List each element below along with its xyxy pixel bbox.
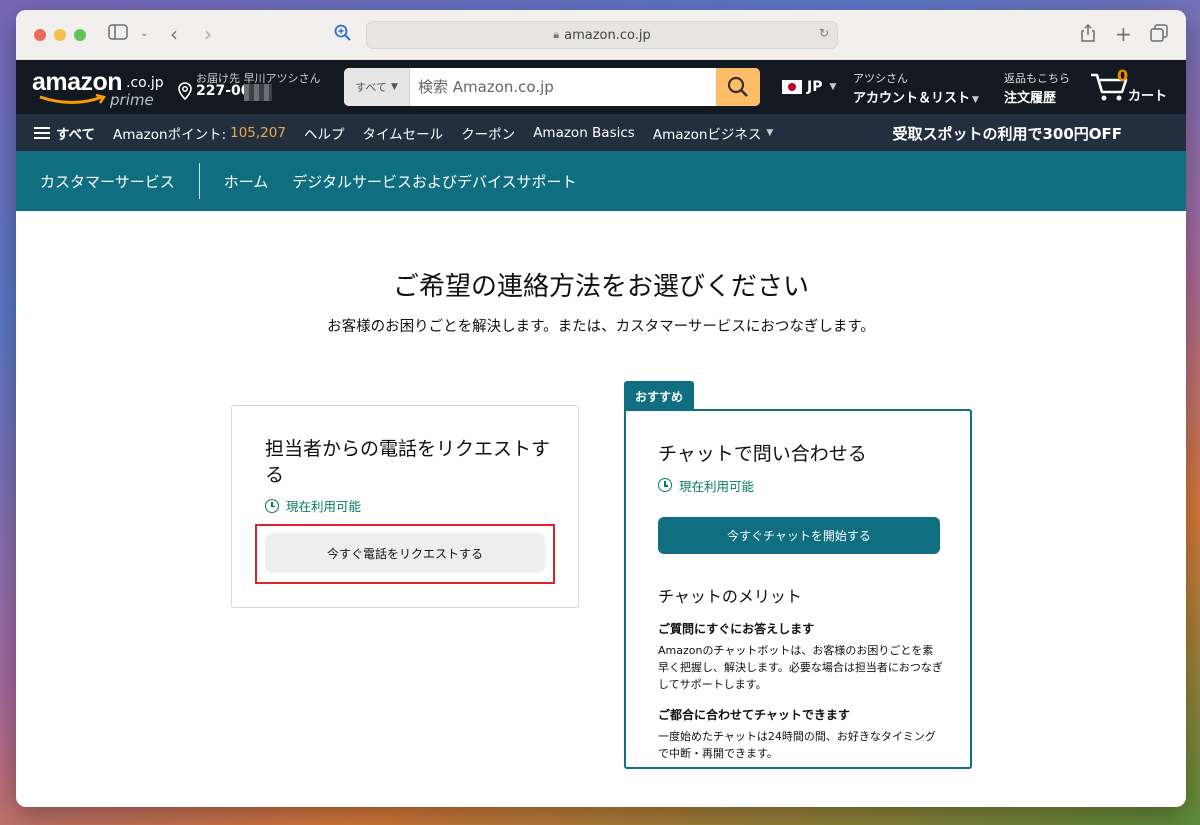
tabs-overview-icon[interactable] — [1150, 24, 1168, 47]
cart-link[interactable]: 0 カート — [1090, 66, 1174, 108]
close-window-button[interactable] — [34, 29, 46, 41]
benefit-2-title: ご都合に合わせてチャットできます — [658, 707, 850, 722]
subnav-home[interactable]: ホーム — [224, 171, 269, 192]
orders-label: 注文履歴 — [1004, 91, 1057, 106]
request-call-button[interactable]: 今すぐ電話をリクエストする — [265, 533, 545, 573]
chat-benefits-title: チャットのメリット — [658, 586, 802, 606]
all-menu-button[interactable]: すべて — [34, 123, 95, 143]
japan-flag-icon — [782, 80, 802, 94]
forward-icon[interactable]: › — [204, 24, 212, 44]
main-content: ご希望の連絡方法をお選びください お客様のお困りごとを解決します。または、カスタ… — [16, 211, 1186, 807]
location-pin-icon — [178, 82, 192, 104]
postal-code: 227-00 — [196, 83, 251, 99]
share-icon[interactable] — [1080, 23, 1096, 47]
account-greeting: アツシさん — [853, 72, 908, 85]
redacted-postal-code — [244, 84, 272, 101]
reload-icon[interactable]: ↻ — [819, 26, 829, 40]
main-nav: すべて Amazonポイント: 105,207 ヘルプ タイムセール クーポン … — [16, 114, 1186, 151]
page-subtitle: お客様のお困りごとを解決します。または、カスタマーサービスにおつなぎします。 — [327, 319, 875, 335]
clock-icon — [658, 478, 672, 493]
subnav-digital-support[interactable]: デジタルサービスおよびデバイスサポート — [292, 171, 576, 192]
nav-basics[interactable]: Amazon Basics — [533, 125, 635, 141]
language-label: JP — [807, 79, 823, 95]
back-icon[interactable]: ‹ — [170, 24, 178, 44]
business-label: Amazonビジネス — [652, 126, 762, 143]
search-category-label: すべて — [355, 81, 387, 94]
language-selector[interactable]: JP ▼ — [782, 79, 836, 95]
call-availability-text: 現在利用可能 — [286, 499, 362, 515]
chat-card-title: チャットで問い合わせる — [658, 443, 867, 465]
cart-count: 0 — [1117, 66, 1129, 85]
chat-card: チャットで問い合わせる 現在利用可能 今すぐチャットを開始する チャットのメリッ… — [624, 409, 972, 769]
logo-prime: prime — [110, 91, 154, 109]
amazon-header: amazon .co.jp prime お届け先 早川アツシさん 227-00 … — [16, 60, 1186, 114]
account-menu[interactable]: アツシさん アカウント＆リスト ▼ — [853, 70, 979, 106]
amazon-logo[interactable]: amazon .co.jp prime — [32, 66, 167, 110]
address-bar[interactable]: 🔒︎ amazon.co.jp ↻ — [366, 21, 838, 49]
cart-label: カート — [1128, 89, 1168, 104]
caret-down-icon: ▼ — [390, 82, 398, 92]
customer-service-nav: カスタマーサービス ホーム デジタルサービスおよびデバイスサポート — [16, 151, 1186, 211]
search-icon — [727, 76, 748, 97]
caret-down-icon: ▼ — [972, 95, 979, 105]
nav-business[interactable]: Amazonビジネス ▼ — [653, 123, 773, 143]
nav-help[interactable]: ヘルプ — [304, 123, 345, 143]
caret-down-icon: ▼ — [829, 82, 837, 92]
search-category-select[interactable]: すべて ▼ — [344, 68, 410, 106]
smile-icon — [39, 94, 107, 104]
points-label: Amazonポイント: — [113, 126, 227, 143]
zoom-icon[interactable] — [334, 24, 352, 47]
hamburger-icon — [34, 124, 50, 142]
chevron-down-icon[interactable]: ⌄ — [140, 24, 148, 44]
promo-banner[interactable]: 受取スポットの利用で300円OFF — [892, 123, 1122, 144]
chat-availability: 現在利用可能 — [658, 476, 944, 495]
account-lists-label: アカウント＆リスト — [853, 91, 971, 106]
caret-down-icon: ▼ — [766, 127, 774, 138]
nav-timesale[interactable]: タイムセール — [362, 123, 443, 143]
benefit-1-title: ご質問にすぐにお答えします — [658, 621, 815, 636]
lock-icon: 🔒︎ — [553, 28, 560, 41]
minimize-window-button[interactable] — [54, 29, 66, 41]
call-request-card: 担当者からの電話をリクエストする 現在利用可能 今すぐ電話をリクエストする — [231, 405, 579, 608]
call-availability: 現在利用可能 — [265, 496, 555, 515]
clock-icon — [265, 498, 279, 513]
points-value: 105,207 — [230, 124, 286, 141]
benefit-1-text: Amazonのチャットボットは、お客様のお困りごとを素早く把握し、解決します。必… — [658, 643, 943, 691]
browser-window: ⌄ ‹ › 🔒︎ amazon.co.jp ↻ + amazon .co.jp … — [16, 10, 1186, 807]
all-label: すべて — [56, 126, 96, 143]
maximize-window-button[interactable] — [74, 29, 86, 41]
search-bar: すべて ▼ — [344, 68, 760, 106]
recommended-badge: おすすめ — [624, 381, 694, 411]
returns-orders-link[interactable]: 返品もこちら 注文履歴 — [1004, 70, 1070, 106]
chat-availability-text: 現在利用可能 — [679, 478, 755, 494]
browser-toolbar: ⌄ ‹ › 🔒︎ amazon.co.jp ↻ + — [16, 10, 1186, 60]
subnav-customer-service[interactable]: カスタマーサービス — [16, 163, 200, 199]
logo-domain: .co.jp — [126, 75, 164, 91]
search-button[interactable] — [716, 68, 760, 106]
call-card-title: 担当者からの電話をリクエストする — [265, 438, 551, 486]
returns-label: 返品もこちら — [1004, 72, 1070, 85]
url-text: amazon.co.jp — [564, 27, 651, 43]
new-tab-icon[interactable]: + — [1115, 24, 1132, 44]
start-chat-button[interactable]: 今すぐチャットを開始する — [658, 516, 940, 554]
nav-coupon[interactable]: クーポン — [461, 123, 515, 143]
search-input[interactable] — [410, 68, 716, 106]
benefit-2-text: 一度始めたチャットは24時間の間、お好きなタイミングで中断・再開できます。 — [658, 729, 936, 760]
nav-points[interactable]: Amazonポイント: 105,207 — [113, 123, 286, 143]
page-title: ご希望の連絡方法をお選びください — [392, 272, 809, 302]
sidebar-icon[interactable] — [108, 24, 128, 45]
window-controls — [34, 29, 86, 41]
logo-text: amazon — [32, 68, 123, 96]
